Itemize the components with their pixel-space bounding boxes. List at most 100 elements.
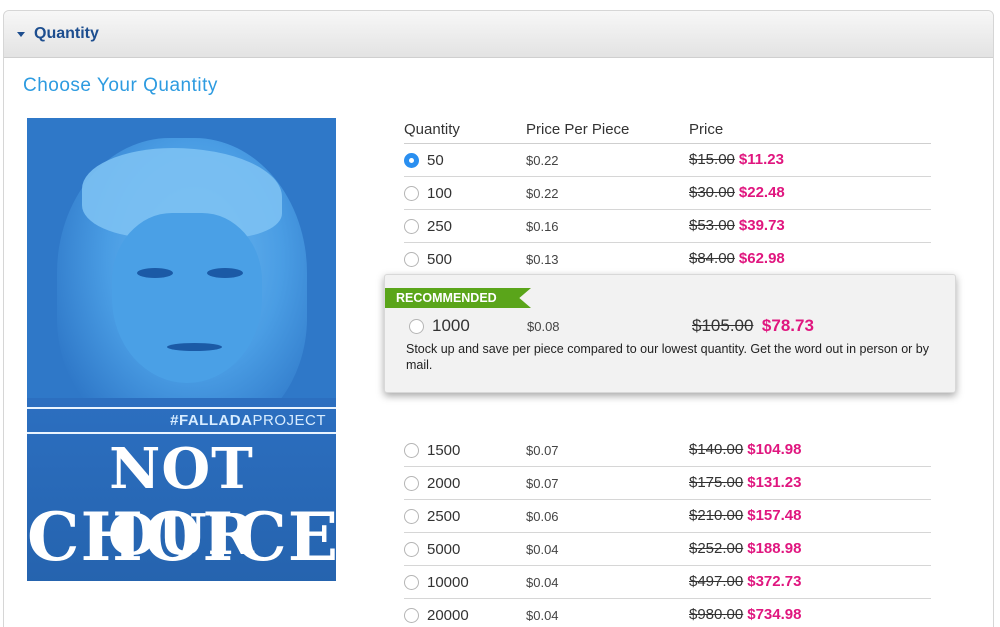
poster-hashtag-bold: #FALLADA: [170, 412, 253, 429]
price-cell: $53.00 $39.73: [689, 217, 931, 235]
table-row[interactable]: 2500 $0.06 $210.00 $157.48: [404, 500, 931, 533]
sale-price: $734.98: [747, 606, 802, 623]
price-per-piece-cell: $0.07: [526, 442, 559, 458]
table-row[interactable]: 100 $0.22 $30.00 $22.48: [404, 177, 931, 210]
quantity-cell[interactable]: 10000: [404, 574, 526, 591]
price-per-piece-cell: $0.04: [526, 607, 559, 623]
sale-price: $372.73: [747, 573, 802, 590]
quantity-radio[interactable]: [404, 508, 419, 524]
rows-bottom: 1500 $0.07 $140.00 $104.98 2000 $0.07 $175.00 $…: [404, 434, 931, 627]
original-price: $30.00: [689, 184, 735, 201]
price-per-piece-cell: $0.08: [527, 318, 560, 334]
quantity-radio[interactable]: [404, 541, 419, 557]
poster-face: [112, 213, 262, 383]
quantity-cell[interactable]: 50: [404, 152, 526, 169]
sale-price: $104.98: [747, 441, 802, 458]
quantity-radio[interactable]: [404, 185, 419, 201]
quantity-cell[interactable]: 5000: [404, 541, 526, 558]
quantity-cell[interactable]: 1000: [409, 316, 527, 336]
section-title: Choose Your Quantity: [23, 75, 218, 96]
header-quantity: Quantity: [404, 121, 460, 138]
price-cell: $252.00 $188.98: [689, 540, 931, 558]
quantity-radio[interactable]: [404, 251, 419, 267]
table-row[interactable]: 250 $0.16 $53.00 $39.73: [404, 210, 931, 243]
quantity-value: 5000: [427, 540, 461, 558]
quantity-radio[interactable]: [404, 475, 419, 491]
quantity-cell[interactable]: 20000: [404, 607, 526, 624]
table-row[interactable]: 5000 $0.04 $252.00 $188.98: [404, 533, 931, 566]
table-row[interactable]: 500 $0.13 $84.00 $62.98: [404, 243, 931, 276]
original-price: $497.00: [689, 573, 744, 590]
table-row[interactable]: 1500 $0.07 $140.00 $104.98: [404, 434, 931, 467]
original-price: $105.00: [692, 316, 754, 335]
price-cell: $175.00 $131.23: [689, 474, 931, 492]
recommended-option-card[interactable]: RECOMMENDED 1000 $0.08 $105.00 $78.73 St…: [384, 274, 956, 393]
recommended-badge: RECOMMENDED: [385, 288, 531, 308]
sale-price: $78.73: [761, 316, 814, 335]
price-cell: $980.00 $734.98: [689, 606, 931, 624]
quantity-value: 2500: [427, 507, 461, 525]
quantity-radio[interactable]: [404, 218, 419, 234]
product-poster-image: #FALLADAPROJECT NOT OUR CHOICE: [27, 118, 336, 581]
recommended-row[interactable]: 1000 $0.08 $105.00 $78.73: [409, 316, 939, 336]
poster-rule-bottom: [27, 432, 336, 434]
price-per-piece-cell: $0.07: [526, 475, 559, 491]
quantity-value: 1000: [432, 316, 470, 335]
poster-hashtag: #FALLADAPROJECT: [27, 412, 326, 429]
quantity-value: 1500: [427, 441, 461, 459]
recommended-description: Stock up and save per piece compared to …: [406, 342, 929, 372]
quantity-cell[interactable]: 2500: [404, 508, 526, 525]
quantity-radio[interactable]: [404, 152, 419, 168]
price-cell: $105.00 $78.73: [692, 316, 939, 336]
quantity-cell[interactable]: 2000: [404, 475, 526, 492]
quantity-value: 20000: [427, 606, 469, 624]
quantity-radio[interactable]: [404, 442, 419, 458]
poster-eye-left: [137, 268, 173, 278]
sale-price: $62.98: [738, 250, 785, 267]
price-cell: $497.00 $372.73: [689, 573, 931, 591]
original-price: $140.00: [689, 441, 744, 458]
quantity-panel-header[interactable]: Quantity: [4, 11, 993, 58]
price-cell: $210.00 $157.48: [689, 507, 931, 525]
table-row[interactable]: 20000 $0.04 $980.00 $734.98: [404, 599, 931, 627]
quantity-radio[interactable]: [409, 318, 424, 334]
price-cell: $30.00 $22.48: [689, 184, 931, 202]
quantity-value: 2000: [427, 474, 461, 492]
header-price: Price: [689, 121, 724, 138]
header-price-per-piece: Price Per Piece: [526, 121, 630, 138]
poster-headline-line2: CHOICE: [27, 498, 336, 576]
original-price: $980.00: [689, 606, 744, 623]
quantity-value: 50: [427, 151, 444, 169]
price-cell: $15.00 $11.23: [689, 151, 931, 169]
sale-price: $188.98: [747, 540, 802, 557]
price-cell: $140.00 $104.98: [689, 441, 931, 459]
sale-price: $131.23: [747, 474, 802, 491]
quantity-radio[interactable]: [404, 574, 419, 590]
quantity-cell[interactable]: 100: [404, 185, 526, 202]
quantity-value: 10000: [427, 573, 469, 591]
price-per-piece-cell: $0.13: [526, 251, 559, 267]
quantity-cell[interactable]: 500: [404, 251, 526, 268]
sale-price: $22.48: [738, 184, 785, 201]
poster-rule-top: [27, 407, 336, 409]
price-per-piece-cell: $0.06: [526, 508, 559, 524]
panel-title: Quantity: [34, 25, 99, 42]
quantity-value: 500: [427, 250, 453, 268]
quantity-value: 100: [427, 184, 453, 202]
price-per-piece-cell: $0.04: [526, 574, 559, 590]
table-header: Quantity Price Per Piece Price: [404, 116, 931, 144]
original-price: $210.00: [689, 507, 744, 524]
poster-mouth: [167, 343, 222, 351]
table-row[interactable]: 2000 $0.07 $175.00 $131.23: [404, 467, 931, 500]
price-cell: $84.00 $62.98: [689, 250, 931, 268]
quantity-radio[interactable]: [404, 607, 419, 623]
table-row[interactable]: 10000 $0.04 $497.00 $372.73: [404, 566, 931, 599]
price-per-piece-cell: $0.22: [526, 152, 559, 168]
quantity-cell[interactable]: 250: [404, 218, 526, 235]
caret-down-icon[interactable]: [17, 31, 25, 37]
rows-top: 50 $0.22 $15.00 $11.23 100 $0.22 $30.00 $22.48 2…: [404, 144, 931, 276]
original-price: $84.00: [689, 250, 735, 267]
original-price: $252.00: [689, 540, 744, 557]
quantity-cell[interactable]: 1500: [404, 442, 526, 459]
table-row[interactable]: 50 $0.22 $15.00 $11.23: [404, 144, 931, 177]
